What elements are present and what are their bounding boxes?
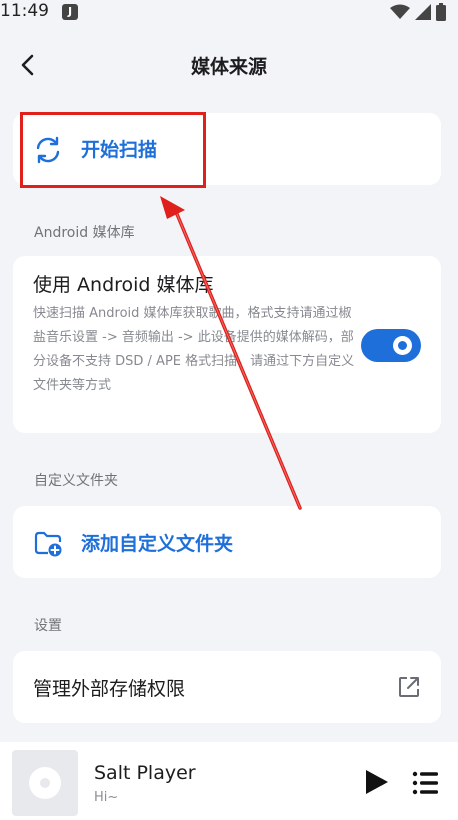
android-media-library-toggle[interactable] (361, 329, 421, 362)
add-custom-folder-button[interactable]: 添加自定义文件夹 (13, 506, 441, 578)
wifi-icon (390, 4, 410, 19)
android-media-library-card: 使用 Android 媒体库 快速扫描 Android 媒体库获取歌曲，格式支持… (13, 256, 441, 433)
settings-section-heading: 设置 (34, 618, 62, 634)
battery-icon (436, 3, 446, 21)
external-link-icon (399, 677, 419, 697)
disc-icon (29, 767, 61, 799)
android-media-library-title: 使用 Android 媒体库 (33, 274, 214, 296)
mini-player[interactable]: Salt Player Hi~ (0, 742, 458, 820)
album-cover (12, 750, 78, 816)
manage-storage-permission-button[interactable]: 管理外部存储权限 (13, 651, 441, 723)
page-title: 媒体来源 (190, 56, 267, 78)
queue-list-icon[interactable] (412, 770, 440, 796)
status-bar: 11:49 J (0, 0, 458, 26)
status-icons (390, 3, 446, 21)
status-time: 11:49 (0, 1, 49, 21)
play-icon[interactable] (362, 768, 390, 796)
manage-storage-permission-label: 管理外部存储权限 (33, 678, 186, 700)
signal-icon (415, 4, 431, 20)
folder-add-icon (34, 531, 62, 557)
android-section-heading: Android 媒体库 (34, 225, 135, 241)
toggle-knob (393, 336, 412, 355)
app-bar: 媒体来源 (0, 40, 458, 90)
track-title: Salt Player (94, 762, 196, 784)
add-custom-folder-label: 添加自定义文件夹 (81, 533, 234, 555)
custom-folder-section-heading: 自定义文件夹 (34, 473, 118, 489)
highlight-box-annotation (20, 112, 206, 188)
track-artist: Hi~ (94, 790, 119, 805)
notification-icon: J (62, 4, 78, 20)
android-media-library-description: 快速扫描 Android 媒体库获取歌曲，格式支持请通过椒盐音乐设置 -> 音频… (33, 306, 355, 393)
